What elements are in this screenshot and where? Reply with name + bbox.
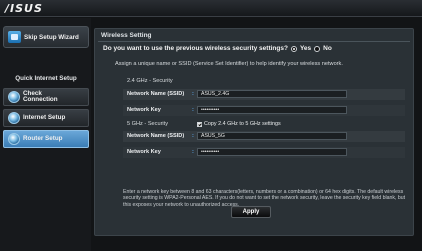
separator: : — [192, 149, 194, 155]
top-bar: /ISUS — [0, 0, 422, 17]
wizard-icon — [8, 31, 21, 43]
copy-settings-checkbox[interactable] — [197, 121, 202, 127]
divider — [98, 41, 410, 42]
band5-key-input[interactable]: •••••••••• — [197, 148, 347, 156]
asus-logo: /ISUS — [5, 2, 43, 15]
band5-ssid-input[interactable]: ASUS_5G — [197, 132, 347, 140]
no-label: No — [323, 45, 332, 52]
sidebar-item-router-setup[interactable]: Router Setup — [3, 130, 89, 148]
separator: : — [192, 91, 194, 97]
band24-key-input[interactable]: •••••••••• — [197, 106, 347, 114]
panel-title: Wireless Setting — [101, 32, 152, 39]
previous-settings-question: Do you want to use the previous wireless… — [103, 45, 332, 52]
wireless-setting-panel: Wireless Setting Do you want to use the … — [94, 28, 414, 236]
no-radio[interactable] — [314, 45, 321, 52]
quick-internet-setup-header: Quick Internet Setup — [15, 75, 77, 82]
globe-icon — [8, 133, 20, 145]
band24-section-label: 2.4 GHz - Security — [127, 78, 173, 84]
apply-button[interactable]: Apply — [231, 206, 271, 218]
separator: : — [192, 107, 194, 113]
globe-icon — [8, 91, 20, 103]
separator: : — [192, 133, 194, 139]
band5-section-label: 5 GHz - Security — [127, 121, 169, 127]
band5-ssid-label: Network Name (SSID) — [127, 133, 185, 139]
band24-ssid-label: Network Name (SSID) — [127, 91, 185, 97]
question-text: Do you want to use the previous wireless… — [103, 45, 288, 52]
sidebar: Skip Setup Wizard Quick Internet Setup C… — [0, 18, 91, 251]
copy-settings-label: Copy 2.4 GHz to 5 GHz settings — [204, 121, 281, 127]
band24-ssid-input[interactable]: ASUS_2.4G — [197, 90, 347, 98]
skip-setup-wizard-button[interactable]: Skip Setup Wizard — [3, 26, 89, 48]
yes-radio[interactable] — [290, 45, 297, 52]
sidebar-item-label: Connection — [23, 96, 58, 103]
yes-label: Yes — [299, 45, 312, 52]
skip-setup-wizard-label: Skip Setup Wizard — [24, 33, 79, 41]
sidebar-item-label: Internet Setup — [23, 113, 66, 121]
assign-instructions: Assign a unique name or SSID (Service Se… — [115, 61, 343, 67]
copy-settings-option: Copy 2.4 GHz to 5 GHz settings — [197, 121, 281, 127]
globe-icon — [8, 112, 20, 124]
sidebar-item-internet-setup[interactable]: Internet Setup — [3, 109, 89, 127]
sidebar-item-label: Router Setup — [23, 134, 63, 142]
sidebar-item-check-connection[interactable]: Check Connection — [3, 88, 89, 106]
band24-key-label: Network Key — [127, 107, 161, 113]
band5-key-label: Network Key — [127, 149, 161, 155]
